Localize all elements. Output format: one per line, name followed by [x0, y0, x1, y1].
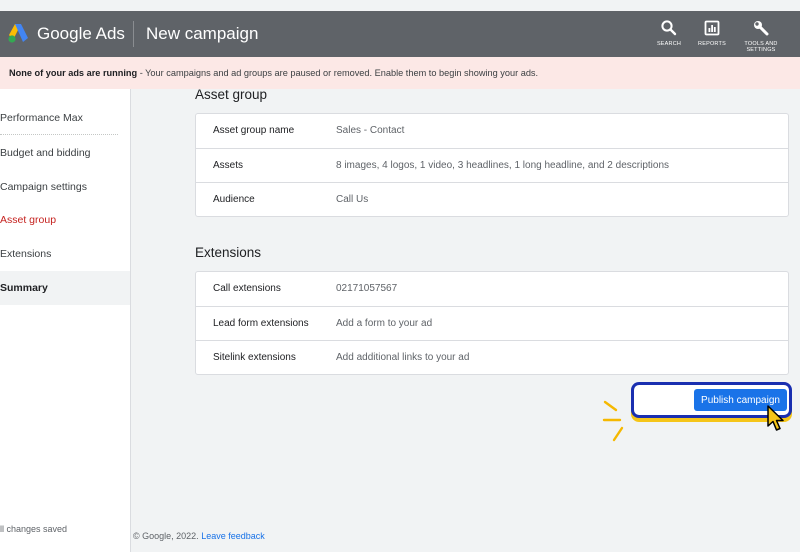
sidebar-item-asset-group[interactable]: Asset group: [0, 214, 118, 226]
row-label: Call extensions: [213, 283, 281, 294]
call-extensions-row[interactable]: Call extensions 02171057567: [196, 272, 788, 306]
row-value: 02171057567: [336, 283, 398, 294]
row-value: 8 images, 4 logos, 1 video, 3 headlines,…: [336, 160, 670, 171]
row-label: Lead form extensions: [213, 318, 309, 329]
asset-group-name-row[interactable]: Asset group name Sales - Contact: [196, 114, 788, 148]
reports-tool-button[interactable]: REPORTS: [694, 19, 730, 47]
top-app-bar: Google Ads New campaign SEARCH REPORTS T…: [0, 11, 800, 57]
lead-form-extensions-row[interactable]: Lead form extensions Add a form to your …: [196, 306, 788, 341]
sidebar-divider: [0, 134, 118, 135]
leave-feedback-link[interactable]: Leave feedback: [201, 531, 265, 541]
page-title: New campaign: [146, 24, 259, 43]
sidebar-item-extensions[interactable]: Extensions: [0, 248, 118, 260]
row-label: Sitelink extensions: [213, 352, 296, 363]
tools-settings-button[interactable]: TOOLS AND SETTINGS: [739, 19, 783, 53]
search-tool-button[interactable]: SEARCH: [651, 19, 687, 47]
banner-text: None of your ads are running - Your camp…: [9, 68, 538, 78]
banner-bold-text: None of your ads are running: [9, 68, 138, 78]
google-ads-logo-icon[interactable]: [7, 23, 29, 43]
search-tool-label: SEARCH: [656, 41, 682, 47]
sidebar-item-performance-max[interactable]: Performance Max: [0, 112, 118, 124]
page-footer: © Google, 2022. Leave feedback: [133, 531, 265, 541]
sidebar-item-campaign-settings[interactable]: Campaign settings: [0, 181, 118, 193]
row-value: Sales - Contact: [336, 125, 405, 136]
tools-settings-label-line2: SETTINGS: [746, 47, 776, 53]
row-label: Audience: [213, 194, 255, 205]
reports-icon: [704, 20, 720, 36]
row-value: Add a form to your ad: [336, 318, 433, 329]
sitelink-extensions-row[interactable]: Sitelink extensions Add additional links…: [196, 340, 788, 375]
copyright-text: © Google, 2022.: [133, 531, 199, 541]
sidebar-item-budget-bidding[interactable]: Budget and bidding: [0, 147, 118, 159]
row-value: Add additional links to your ad: [336, 352, 470, 363]
changes-saved-status: ll changes saved: [0, 524, 68, 534]
row-label: Assets: [213, 160, 244, 171]
sidebar-item-summary[interactable]: Summary: [0, 271, 130, 305]
reports-tool-label: REPORTS: [698, 41, 726, 47]
banner-message: - Your campaigns and ad groups are pause…: [137, 68, 539, 78]
asset-group-heading: Asset group: [195, 87, 268, 102]
attention-rays-icon: [602, 400, 624, 442]
brand-name: Google Ads: [37, 24, 125, 43]
notification-banner: None of your ads are running - Your camp…: [0, 57, 800, 89]
campaign-steps-sidebar: Performance Max Budget and bidding Campa…: [0, 89, 131, 552]
row-label: Asset group name: [213, 125, 295, 136]
extensions-card: Call extensions 02171057567 Lead form ex…: [195, 271, 789, 375]
row-value: Call Us: [336, 194, 369, 205]
assets-row[interactable]: Assets 8 images, 4 logos, 1 video, 3 hea…: [196, 148, 788, 183]
header-divider: [133, 21, 134, 47]
asset-group-card: Asset group name Sales - Contact Assets …: [195, 113, 789, 217]
search-icon: [661, 20, 677, 36]
wrench-icon: [754, 21, 769, 36]
mouse-pointer-icon: [767, 405, 784, 431]
extensions-heading: Extensions: [195, 245, 262, 260]
audience-row[interactable]: Audience Call Us: [196, 182, 788, 217]
